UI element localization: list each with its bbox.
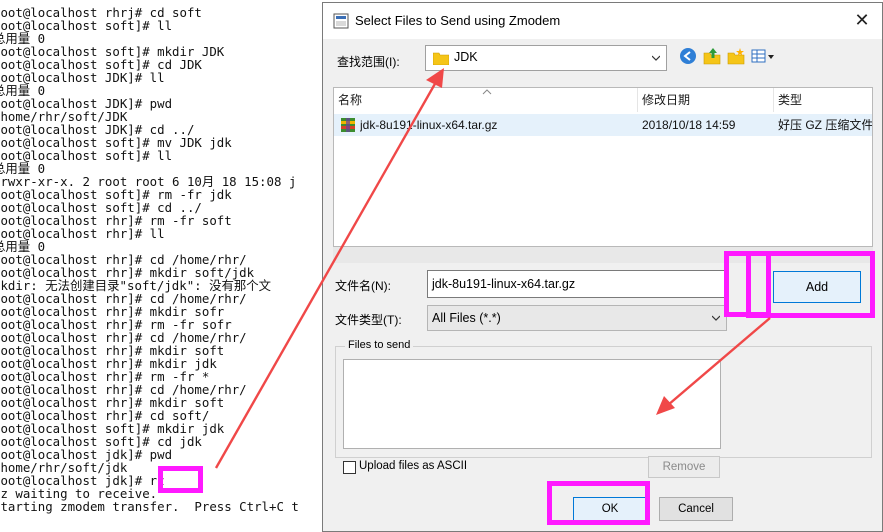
arrow-to-files-to-send [667,317,771,406]
arrow-to-lookin [214,81,438,469]
arrowhead-files-to-send [656,396,675,415]
annotation-arrows [214,68,771,469]
